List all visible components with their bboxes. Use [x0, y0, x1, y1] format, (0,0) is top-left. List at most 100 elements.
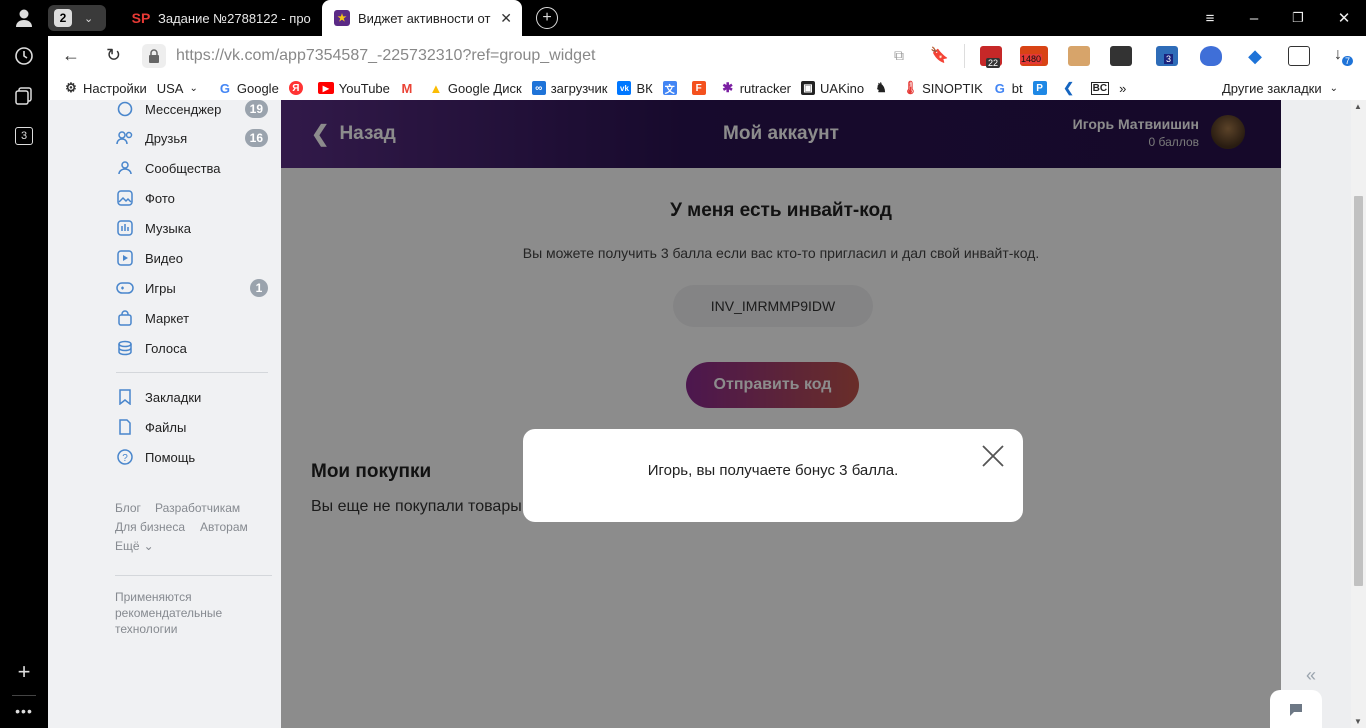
restore-icon[interactable]: ❐: [1288, 8, 1308, 28]
sidebar-item-files[interactable]: Файлы: [116, 416, 268, 438]
bookmark-sinoptik[interactable]: 🌡 SINOPTIK: [901, 80, 983, 96]
close-tab-icon[interactable]: ✕: [500, 10, 512, 27]
url-field[interactable]: https://vk.com/app7354587_-225732310?ref…: [176, 41, 948, 71]
ext-ublock-icon[interactable]: [1200, 46, 1222, 66]
bookmark-gdrive[interactable]: ▲ Google Диск: [429, 81, 521, 96]
bookmarks-bar: ⚙ Настройки USA ⌄ G Google Я ▶ YouTube M ▲ Go…: [48, 76, 1366, 100]
bookmark-youtube[interactable]: ▶ YouTube: [317, 81, 390, 96]
collapse-icon[interactable]: «: [1306, 665, 1316, 686]
bookmark-yandex[interactable]: Я: [288, 81, 308, 95]
overflow-icon: »: [1119, 80, 1127, 96]
sidebar-item-label: Игры: [145, 280, 176, 296]
recommend-note[interactable]: Применяются рекомендательные технологии: [115, 589, 245, 637]
sidebar-item-label: Фото: [145, 190, 175, 206]
sidebar-item-bookmarks[interactable]: Закладки: [116, 386, 268, 408]
footer-dev[interactable]: Разработчикам: [155, 501, 240, 515]
more-icon[interactable]: •••: [10, 697, 38, 725]
page-scrollbar[interactable]: ▲ ▼: [1351, 100, 1366, 728]
bag-icon: [116, 309, 134, 327]
scroll-up-icon[interactable]: ▲: [1354, 102, 1362, 111]
ext-puzzle-icon[interactable]: [1288, 46, 1310, 66]
modal-overlay[interactable]: [281, 100, 1281, 728]
bookmark-translate[interactable]: 文: [662, 81, 682, 96]
bookmark-p[interactable]: P: [1032, 81, 1052, 95]
sidebar-counter-text: 3: [15, 127, 33, 145]
bookmark-label: rutracker: [739, 80, 792, 96]
sidebar-item-video[interactable]: Видео: [116, 247, 268, 269]
bookmark-bc[interactable]: BC: [1090, 81, 1110, 95]
sidebar-item-communities[interactable]: Сообщества: [116, 157, 268, 179]
p-icon: P: [1032, 81, 1047, 95]
ext-dark-icon[interactable]: [1110, 46, 1132, 66]
bookmark-label: ВК: [636, 80, 653, 96]
thermometer-icon: 🌡: [901, 80, 919, 95]
sidebar-item-label: Друзья: [145, 130, 188, 146]
footer-authors[interactable]: Авторам: [200, 520, 248, 534]
sidebar-item-label: Файлы: [145, 419, 187, 435]
menu-icon[interactable]: ≡: [1200, 8, 1220, 28]
bookmarks-overflow[interactable]: »: [1119, 81, 1126, 96]
sidebar-item-market[interactable]: Маркет: [116, 307, 268, 329]
bookmark-google[interactable]: G Google: [218, 81, 279, 96]
back-arrow-icon[interactable]: ←: [62, 45, 80, 66]
scroll-down-icon[interactable]: ▼: [1354, 717, 1362, 726]
friends-badge: 16: [244, 129, 268, 147]
other-bookmarks[interactable]: Другие закладки ⌄: [1222, 81, 1338, 96]
bookmark-arrow[interactable]: ❮: [1062, 80, 1081, 95]
tab-widget[interactable]: ★ Виджет активности от ✕: [322, 0, 522, 36]
ext-divider: [964, 44, 965, 68]
coins-icon: [116, 339, 134, 357]
bookmark-loader[interactable]: ∞ загрузчик: [531, 81, 607, 96]
sidebar-item-friends[interactable]: Друзья 16: [116, 127, 268, 149]
bookmark-uakino[interactable]: ▣ UAKino: [801, 81, 864, 96]
sidebar-item-help[interactable]: ? Помощь: [116, 446, 268, 468]
sidebar-item-label: Помощь: [145, 449, 196, 465]
tab-group-button[interactable]: 2 ⌄: [48, 5, 106, 31]
collections-icon[interactable]: [10, 82, 38, 110]
communities-icon: [116, 159, 134, 177]
bookmark-icon[interactable]: 🔖: [930, 46, 949, 64]
add-panel-icon[interactable]: +: [10, 658, 38, 686]
downloads-icon[interactable]: ↓: [1334, 46, 1342, 64]
other-bookmarks-label: Другие закладки: [1222, 80, 1322, 96]
bookmark-bt[interactable]: Gbt: [993, 81, 1023, 96]
sidebar-item-label: Маркет: [145, 310, 190, 326]
video-icon: [116, 249, 134, 267]
bookmark-gmail[interactable]: M: [400, 81, 419, 96]
chat-widget-button[interactable]: [1270, 690, 1322, 728]
lock-icon[interactable]: [142, 44, 166, 68]
footer-more[interactable]: Ещё ⌄: [115, 539, 154, 553]
bookmark-vk[interactable]: vk ВК: [617, 80, 653, 96]
bookmark-rutracker[interactable]: ✱ rutracker: [721, 80, 792, 96]
footer-blog[interactable]: Блог: [115, 501, 141, 515]
bookmark-usa[interactable]: USA ⌄: [157, 81, 198, 96]
sidebar-item-music[interactable]: Музыка: [116, 217, 268, 239]
sidebar-item-votes[interactable]: Голоса: [116, 337, 268, 359]
footer-biz[interactable]: Для бизнеса: [115, 520, 185, 534]
new-tab-icon[interactable]: +: [536, 7, 558, 29]
reload-icon[interactable]: ↻: [106, 45, 121, 66]
scroll-thumb[interactable]: [1354, 196, 1363, 586]
rail-divider: [12, 695, 36, 696]
copy-icon[interactable]: ⧉: [894, 47, 904, 64]
bookmark-chess[interactable]: ♞: [874, 80, 893, 95]
ext-face-icon[interactable]: [1068, 46, 1090, 66]
sidebar-counter-badge[interactable]: 3: [10, 122, 38, 150]
bookmark-label: UAKino: [820, 80, 865, 96]
bookmark-f[interactable]: F: [691, 81, 711, 95]
history-icon[interactable]: [10, 42, 38, 70]
sidebar-item-label: Мессенджер: [145, 101, 222, 117]
browser-side-rail: 3 + •••: [0, 0, 48, 728]
minimize-icon[interactable]: –: [1244, 8, 1264, 28]
ext-badge-1480: 1480: [1020, 54, 1043, 64]
bookmark-settings[interactable]: ⚙ Настройки: [64, 80, 147, 96]
sidebar-item-games[interactable]: Игры 1: [116, 277, 268, 299]
close-window-icon[interactable]: ✕: [1334, 8, 1354, 28]
photo-icon: [116, 189, 134, 207]
tab-task[interactable]: SP Задание №2788122 - про: [132, 0, 318, 36]
ext-diamond-icon[interactable]: ◆: [1244, 46, 1266, 66]
profile-icon[interactable]: [10, 4, 38, 32]
sidebar-item-messenger[interactable]: Мессенджер 19: [116, 100, 268, 120]
sidebar-item-photos[interactable]: Фото: [116, 187, 268, 209]
close-icon[interactable]: [981, 444, 1005, 468]
